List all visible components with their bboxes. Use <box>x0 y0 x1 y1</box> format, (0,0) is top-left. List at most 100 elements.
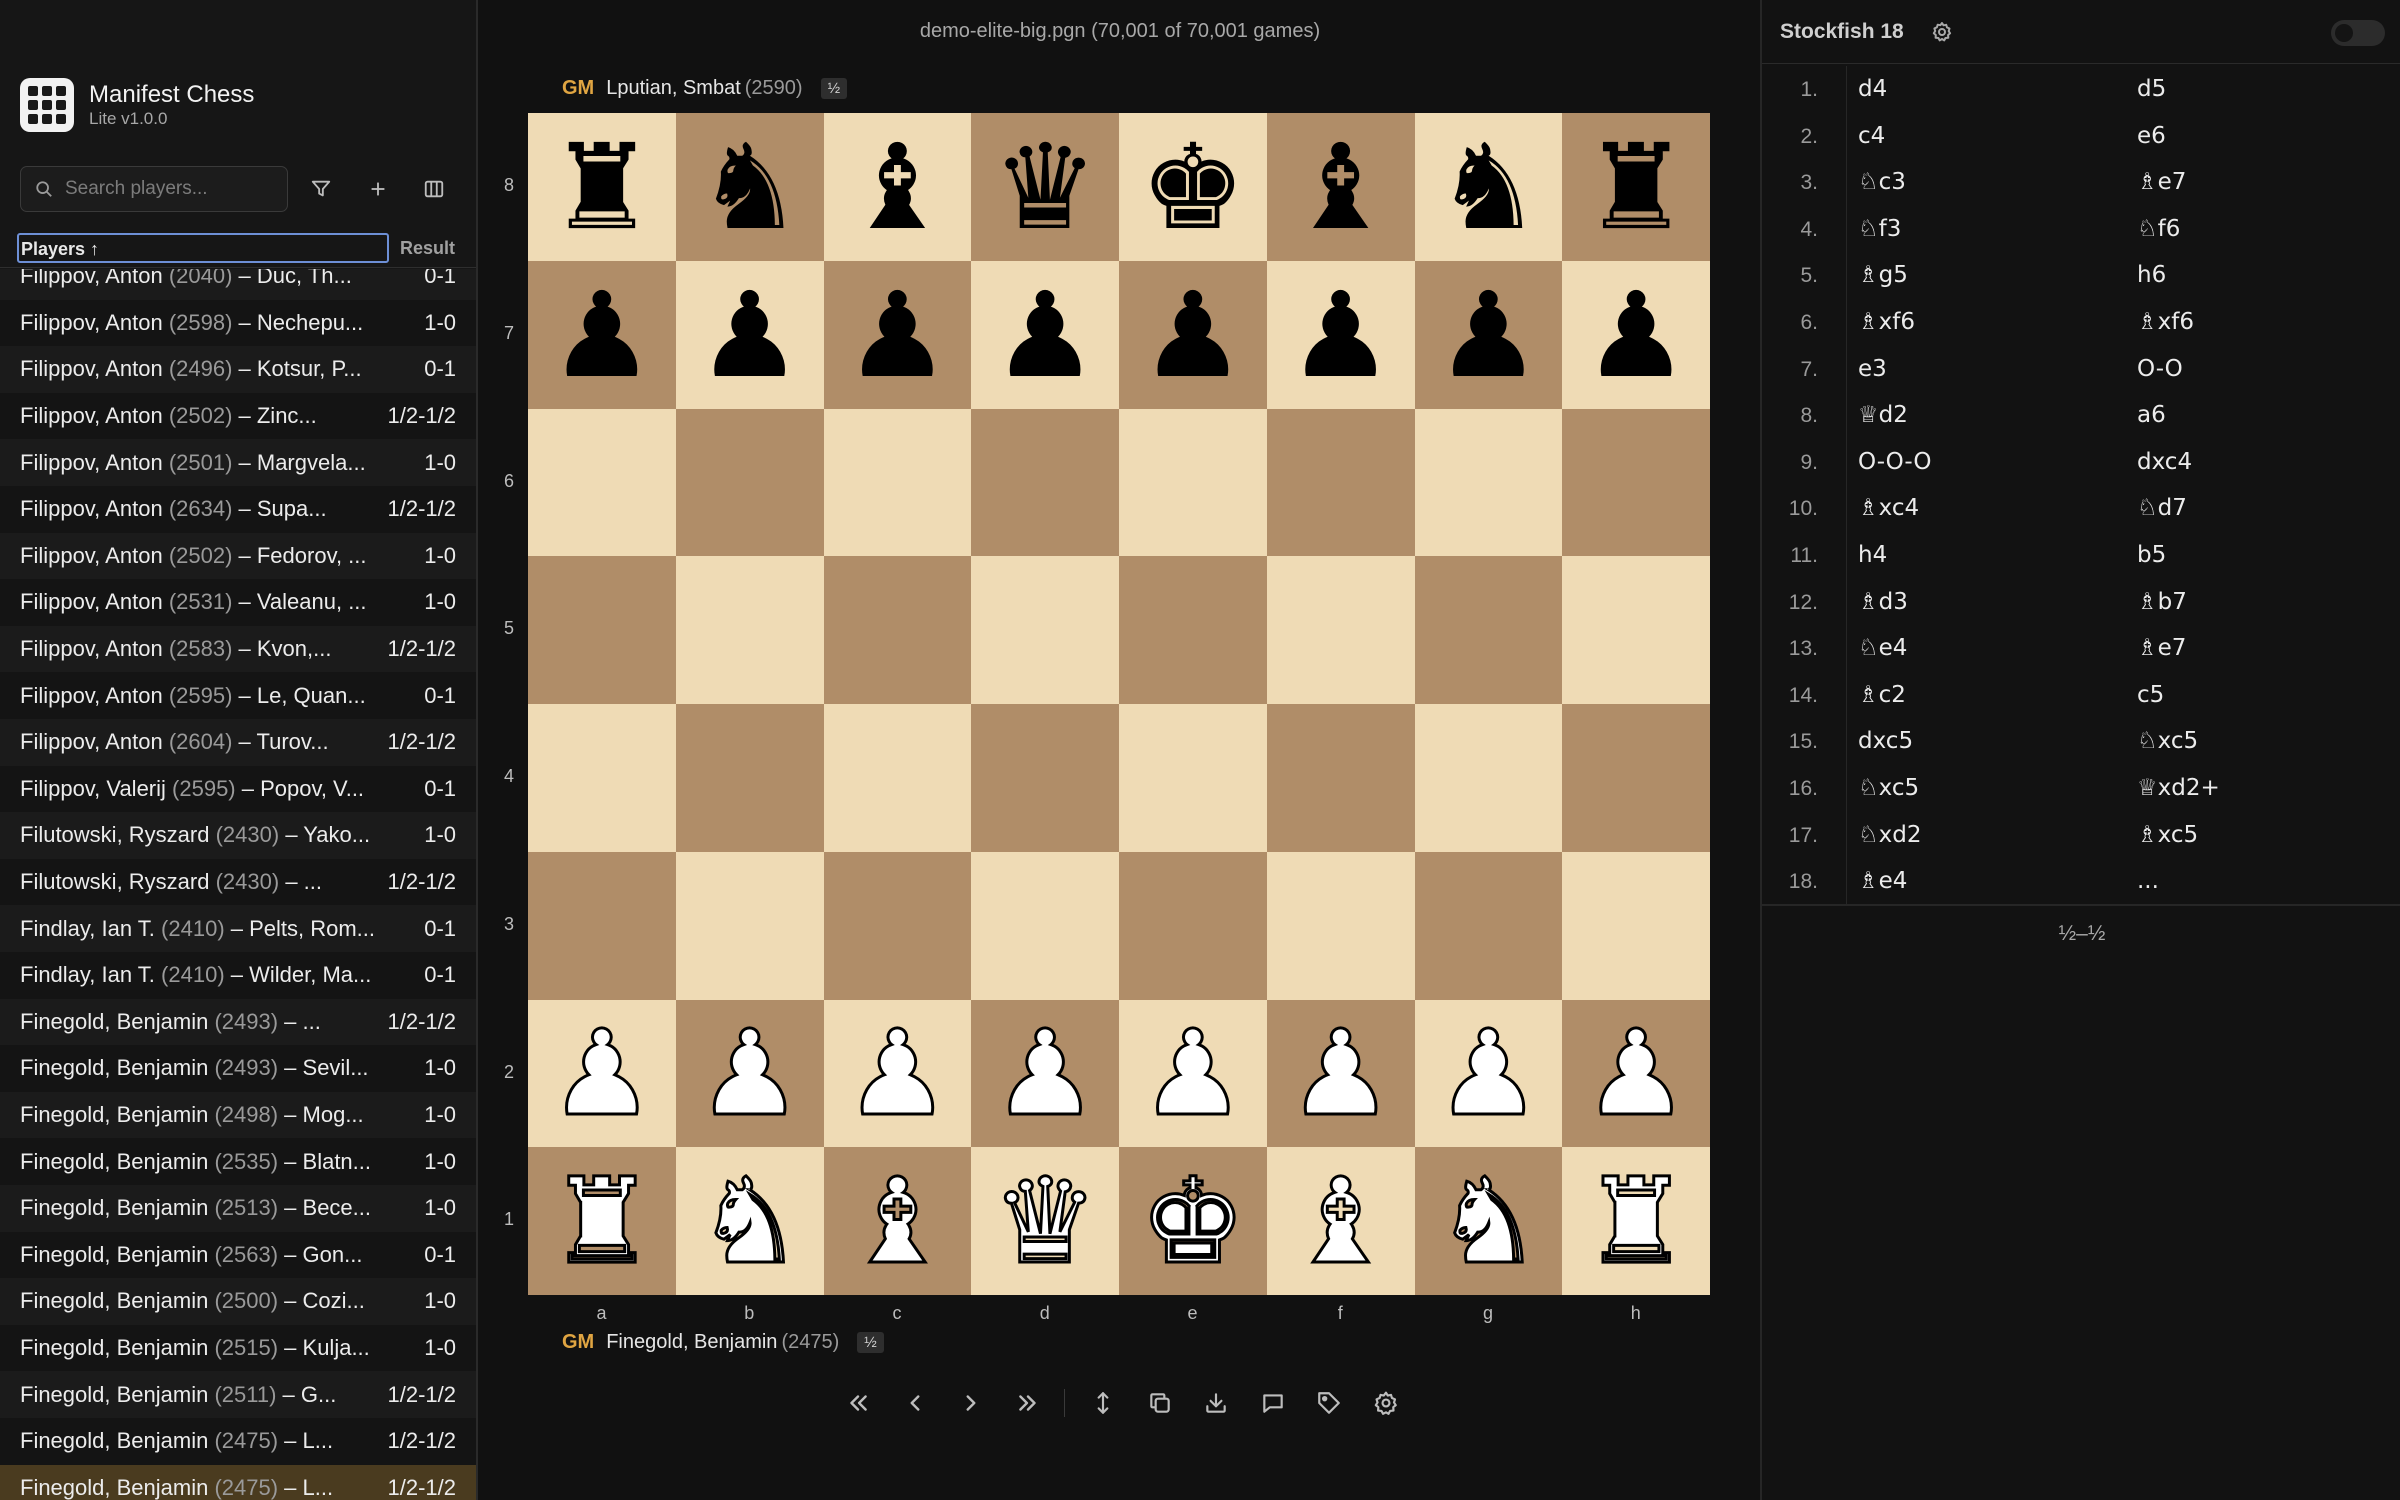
square-f8[interactable]: ♝ <box>1266 113 1415 261</box>
black-bishop-icon[interactable]: ♝ <box>1288 128 1394 246</box>
game-list-row[interactable]: Finegold, Benjamin (2493) – Sevil... 1-0 <box>0 1045 476 1092</box>
game-list-row[interactable]: Finegold, Benjamin (2511) – G... 1/2-1/2 <box>0 1371 476 1418</box>
game-list-row[interactable]: Filippov, Anton (2595) – Le, Quan... 0-1 <box>0 672 476 719</box>
black-move[interactable]: dxc4 <box>2137 449 2192 475</box>
square-h7[interactable]: ♟ <box>1562 260 1710 409</box>
square-b4[interactable] <box>675 704 824 852</box>
black-move[interactable]: e6 <box>2137 123 2166 149</box>
game-list-row[interactable]: Filippov, Anton (2502) – Fedorov, ... 1-0 <box>0 532 476 580</box>
flip-board-button[interactable] <box>1083 1383 1123 1423</box>
square-c6[interactable] <box>823 408 972 557</box>
add-game-button[interactable] <box>360 171 396 207</box>
black-move[interactable]: ♗xf6 <box>2137 309 2194 335</box>
white-pawn-icon[interactable]: ♟ <box>547 1013 656 1134</box>
black-pawn-icon[interactable]: ♟ <box>992 276 1098 394</box>
game-list-row[interactable]: Filippov, Anton (2502) – Zinc... 1/2-1/2 <box>0 392 476 440</box>
white-pawn-icon[interactable]: ♟ <box>695 1013 804 1134</box>
black-move[interactable]: O-O <box>2137 356 2183 382</box>
square-d5[interactable] <box>971 556 1119 704</box>
square-a3[interactable] <box>528 851 676 1000</box>
next-move-button[interactable] <box>951 1383 991 1423</box>
download-button[interactable] <box>1196 1383 1236 1423</box>
game-list-row[interactable]: Finegold, Benjamin (2475) – L... 1/2-1/2 <box>0 1464 476 1500</box>
white-rook-icon[interactable]: ♜ <box>1582 1161 1691 1282</box>
square-c5[interactable] <box>823 556 972 704</box>
game-list-row[interactable]: Finegold, Benjamin (2513) – Bece... 1-0 <box>0 1185 476 1232</box>
black-move[interactable]: ♗xc5 <box>2137 822 2198 848</box>
square-f3[interactable] <box>1266 851 1415 1000</box>
white-bishop-icon[interactable]: ♝ <box>843 1161 952 1282</box>
white-move[interactable]: ♗g5 <box>1858 262 1908 288</box>
square-h3[interactable] <box>1562 851 1710 1000</box>
game-list-row[interactable]: Finegold, Benjamin (2563) – Gon... 0-1 <box>0 1231 476 1279</box>
black-queen-icon[interactable]: ♛ <box>992 128 1098 246</box>
game-list-row[interactable]: Filippov, Anton (2598) – Nechepu... 1-0 <box>0 299 476 347</box>
black-pawn-icon[interactable]: ♟ <box>1583 276 1689 394</box>
square-e3[interactable] <box>1119 851 1267 1000</box>
black-move[interactable]: ... <box>2137 868 2159 894</box>
players-column-header[interactable]: Players ↑ <box>17 233 389 263</box>
black-move[interactable]: ♘f6 <box>2137 216 2180 242</box>
square-b8[interactable]: ♞ <box>675 113 824 261</box>
game-list-row[interactable]: Filippov, Anton (2040) – Duc, Th... 0-1 <box>0 269 476 300</box>
square-g2[interactable]: ♟ <box>1414 999 1563 1148</box>
white-knight-icon[interactable]: ♞ <box>1434 1161 1543 1282</box>
square-e6[interactable] <box>1119 408 1267 557</box>
white-move[interactable]: ♗xc4 <box>1858 495 1919 521</box>
engine-toggle[interactable] <box>2331 20 2385 46</box>
square-e5[interactable] <box>1119 556 1267 704</box>
game-list-row[interactable]: Filutowski, Ryszard (2430) – ... 1/2-1/2 <box>0 858 476 906</box>
square-f4[interactable] <box>1266 704 1415 852</box>
game-list-row[interactable]: Finegold, Benjamin (2500) – Cozi... 1-0 <box>0 1278 476 1325</box>
white-pawn-icon[interactable]: ♟ <box>1434 1013 1543 1134</box>
white-pawn-icon[interactable]: ♟ <box>1286 1013 1395 1134</box>
white-move[interactable]: ♘c3 <box>1858 169 1906 195</box>
result-column-header[interactable]: Result <box>400 238 455 259</box>
game-list-row[interactable]: Finegold, Benjamin (2535) – Blatn... 1-0 <box>0 1138 476 1185</box>
white-move[interactable]: c4 <box>1858 123 1885 149</box>
previous-move-button[interactable] <box>895 1383 935 1423</box>
white-move[interactable]: ♘xc5 <box>1858 775 1919 801</box>
square-f1[interactable]: ♝ <box>1266 1147 1415 1295</box>
square-b6[interactable] <box>675 408 824 557</box>
square-g8[interactable]: ♞ <box>1414 113 1563 261</box>
square-f7[interactable]: ♟ <box>1266 260 1415 409</box>
white-pawn-icon[interactable]: ♟ <box>991 1013 1100 1134</box>
black-move[interactable]: h6 <box>2137 262 2166 288</box>
square-g6[interactable] <box>1414 408 1563 557</box>
settings-button[interactable] <box>1366 1383 1406 1423</box>
white-move[interactable]: e3 <box>1858 356 1887 382</box>
black-knight-icon[interactable]: ♞ <box>1435 128 1541 246</box>
square-f6[interactable] <box>1266 408 1415 557</box>
game-list-row[interactable]: Findlay, Ian T. (2410) – Pelts, Rom... 0-… <box>0 905 476 952</box>
white-move[interactable]: O-O-O <box>1858 449 1931 475</box>
copy-button[interactable] <box>1140 1383 1180 1423</box>
white-move[interactable]: ♘f3 <box>1858 216 1901 242</box>
chess-board[interactable]: ♜ ♞ ♝ ♛ ♚ ♝ ♞ ♜ ♟ ♟ ♟ ♟ ♟ ♟ ♟ ♟ ♟ ♟ ♟ ♟ ♟ ♟ ♟ ♟ ♜ ♞ ♝ ♛ ♚ ♝ ♞ ♜ <box>528 113 1710 1295</box>
square-h6[interactable] <box>1562 408 1710 557</box>
square-d3[interactable] <box>971 851 1119 1000</box>
square-b5[interactable] <box>675 556 824 704</box>
white-move[interactable]: ♕d2 <box>1858 402 1908 428</box>
black-move[interactable]: ♕xd2+ <box>2137 775 2220 801</box>
game-list-row[interactable]: Filippov, Anton (2604) – Turov... 1/2-1/2 <box>0 719 476 766</box>
square-c1[interactable]: ♝ <box>823 1147 972 1295</box>
black-rook-icon[interactable]: ♜ <box>549 128 655 246</box>
square-e2[interactable]: ♟ <box>1119 999 1267 1148</box>
square-g5[interactable] <box>1414 556 1563 704</box>
columns-button[interactable] <box>416 171 452 207</box>
black-king-icon[interactable]: ♚ <box>1140 128 1246 246</box>
game-list-row[interactable]: Filutowski, Ryszard (2430) – Yako... 1-0 <box>0 812 476 859</box>
black-move[interactable]: ♘d7 <box>2137 495 2187 521</box>
game-list-row[interactable]: Findlay, Ian T. (2410) – Wilder, Ma... 0-… <box>0 952 476 999</box>
white-move[interactable]: ♗d3 <box>1858 589 1908 615</box>
player-search[interactable] <box>20 166 288 212</box>
square-b3[interactable] <box>675 851 824 1000</box>
square-g4[interactable] <box>1414 704 1563 852</box>
white-move[interactable]: ♘xd2 <box>1858 822 1921 848</box>
square-a5[interactable] <box>528 556 676 704</box>
black-move[interactable]: ♗e7 <box>2137 635 2186 661</box>
square-b7[interactable]: ♟ <box>675 260 824 409</box>
square-d1[interactable]: ♛ <box>971 1147 1119 1295</box>
game-list-row[interactable]: Finegold, Benjamin (2493) – ... 1/2-1/2 <box>0 998 476 1046</box>
